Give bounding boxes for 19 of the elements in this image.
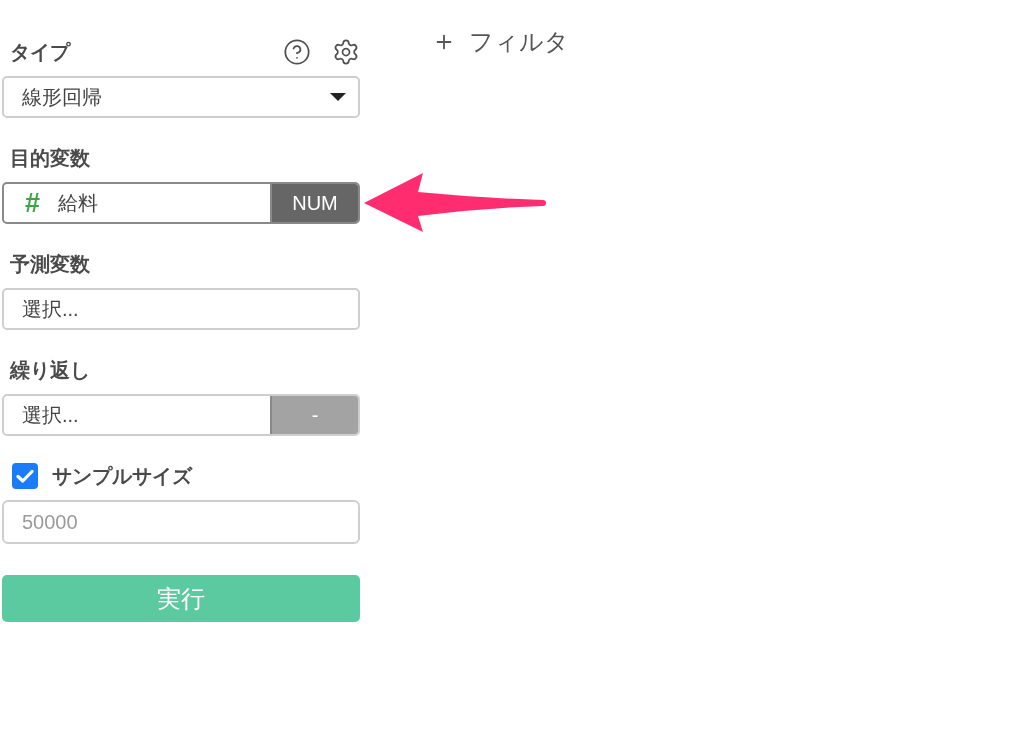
checkbox[interactable] bbox=[12, 463, 38, 489]
field-value: 給料 bbox=[58, 191, 99, 216]
number-type-symbol: # bbox=[25, 188, 41, 218]
field-label: タイプ bbox=[10, 40, 70, 65]
type-badge: NUM bbox=[270, 184, 358, 222]
settings-icon[interactable] bbox=[332, 38, 360, 66]
caret-icon bbox=[330, 93, 346, 101]
help-icon[interactable] bbox=[283, 38, 311, 66]
target-variable-field[interactable]: # 給料 NUM bbox=[2, 182, 360, 224]
add-filter-button[interactable]: フィルタ bbox=[433, 28, 569, 56]
checkbox-label: サンプルサイズ bbox=[52, 464, 192, 489]
predictor-select[interactable]: 選択... bbox=[2, 288, 360, 330]
sample-size-input[interactable]: 50000 bbox=[2, 500, 360, 544]
field-label: 繰り返し bbox=[10, 358, 90, 383]
field-placeholder: 選択... bbox=[22, 403, 79, 428]
field-label: 予測変数 bbox=[10, 252, 90, 277]
field-label: 目的変数 bbox=[10, 146, 90, 171]
type-select[interactable]: 線形回帰 bbox=[2, 76, 360, 118]
check-icon bbox=[16, 469, 34, 483]
